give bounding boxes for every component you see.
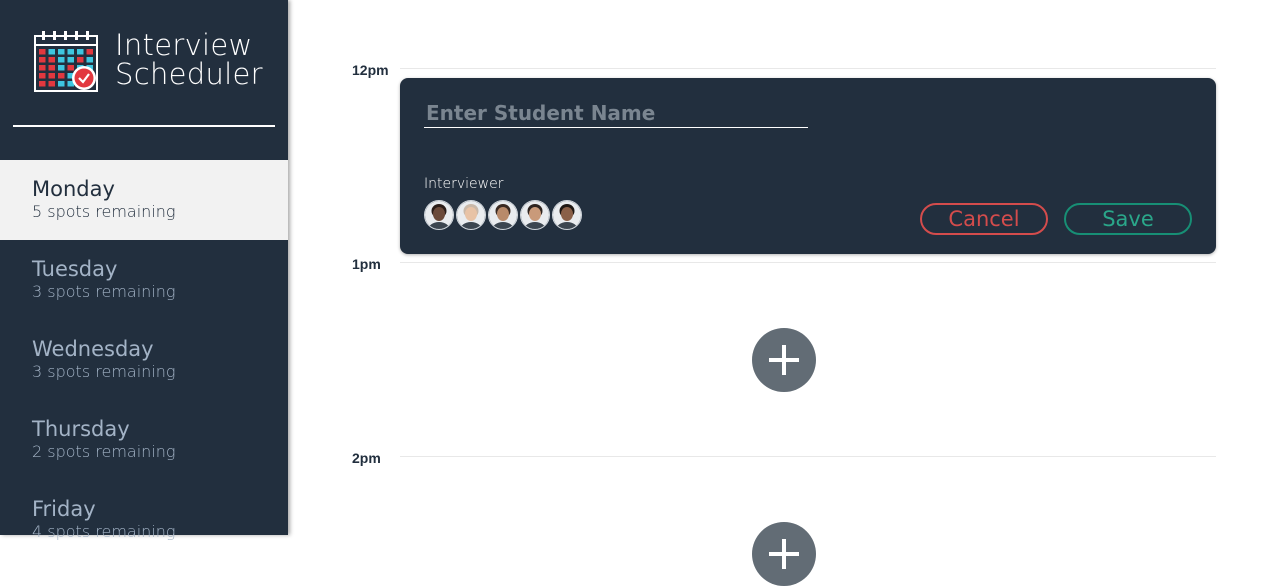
appointment-form: Interviewer Cancel Save [400, 78, 1216, 254]
day-name: Tuesday [32, 257, 118, 281]
calendar-check-icon [34, 31, 98, 92]
day-spots: 4 spots remaining [32, 522, 176, 541]
day-item-friday[interactable]: Friday 4 spots remaining [0, 480, 288, 560]
interviewer-avatar[interactable] [520, 200, 550, 230]
day-spots: 2 spots remaining [32, 442, 176, 461]
interviewer-avatar[interactable] [488, 200, 518, 230]
schedule: 12pm Interviewer Cancel Save 1pm 2pm [288, 0, 1280, 586]
day-list: Monday 5 spots remaining Tuesday 3 spots… [0, 160, 288, 560]
interviewer-avatar[interactable] [424, 200, 454, 230]
app-title-line2: Scheduler [115, 57, 263, 91]
brand-divider [13, 125, 275, 127]
day-spots: 3 spots remaining [32, 282, 176, 301]
avatar-portrait [521, 201, 549, 229]
time-divider [400, 456, 1216, 457]
save-button[interactable]: Save [1064, 203, 1192, 235]
add-appointment-button[interactable] [752, 328, 816, 392]
time-divider [400, 68, 1216, 69]
time-label-2pm: 2pm [352, 450, 381, 466]
plus-icon [769, 345, 799, 375]
day-name: Wednesday [32, 337, 154, 361]
avatar-portrait [489, 201, 517, 229]
day-item-wednesday[interactable]: Wednesday 3 spots remaining [0, 320, 288, 400]
app-title-line1: Interview [115, 28, 253, 62]
day-spots: 5 spots remaining [32, 202, 176, 221]
time-divider [400, 262, 1216, 263]
day-name: Thursday [32, 417, 130, 441]
interviewer-list [424, 200, 584, 230]
add-appointment-button[interactable] [752, 522, 816, 586]
avatar-portrait [457, 201, 485, 229]
interviewer-avatar[interactable] [552, 200, 582, 230]
student-name-input[interactable] [424, 98, 808, 128]
day-item-tuesday[interactable]: Tuesday 3 spots remaining [0, 240, 288, 320]
interviewer-avatar[interactable] [456, 200, 486, 230]
app-title: Interview Scheduler [115, 31, 263, 89]
day-name: Monday [32, 177, 115, 201]
day-item-monday[interactable]: Monday 5 spots remaining [0, 160, 288, 240]
avatar-portrait [425, 201, 453, 229]
plus-icon [769, 539, 799, 569]
day-name: Friday [32, 497, 96, 521]
time-label-12pm: 12pm [352, 62, 389, 78]
day-item-thursday[interactable]: Thursday 2 spots remaining [0, 400, 288, 480]
interviewer-label: Interviewer [424, 176, 504, 192]
sidebar: Interview Scheduler Monday 5 spots remai… [0, 0, 288, 541]
avatar-portrait [553, 201, 581, 229]
day-spots: 3 spots remaining [32, 362, 176, 381]
time-label-1pm: 1pm [352, 256, 381, 272]
cancel-button[interactable]: Cancel [920, 203, 1048, 235]
